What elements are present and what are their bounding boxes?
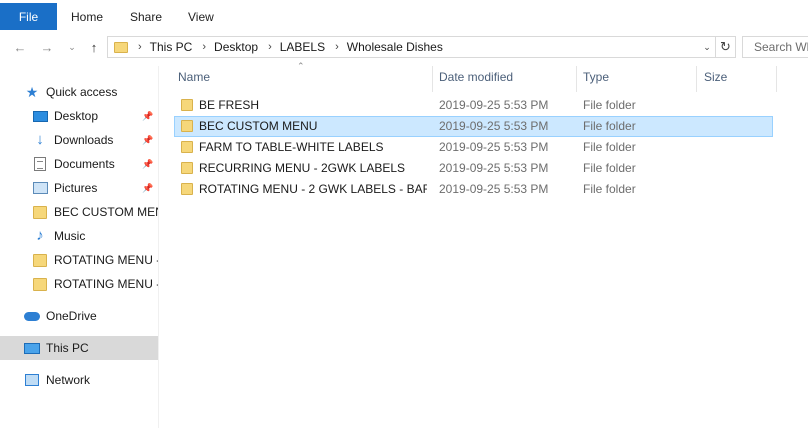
column-divider[interactable] bbox=[576, 66, 577, 92]
file-name: ROTATING MENU - 2 GWK LABELS - BAR... bbox=[199, 182, 427, 196]
tab-share[interactable]: Share bbox=[130, 3, 162, 30]
folder-icon bbox=[32, 253, 48, 267]
sidebar-item-label: BEC CUSTOM MENU bbox=[54, 205, 158, 219]
file-date-modified: 2019-09-25 5:53 PM bbox=[439, 182, 549, 196]
column-header-type[interactable]: Type bbox=[583, 66, 609, 88]
back-arrow-icon[interactable]: ← bbox=[10, 37, 30, 57]
column-header-name[interactable]: Name bbox=[178, 66, 210, 88]
file-type: File folder bbox=[583, 119, 636, 133]
sidebar-item-label: Desktop bbox=[54, 109, 99, 123]
documents-icon bbox=[32, 157, 48, 171]
chevron-right-icon[interactable]: › bbox=[335, 41, 339, 53]
file-name: RECURRING MENU - 2GWK LABELS bbox=[199, 161, 406, 175]
breadcrumb-labels[interactable]: LABELS bbox=[280, 40, 325, 54]
file-date-modified: 2019-09-25 5:53 PM bbox=[439, 119, 549, 133]
file-type: File folder bbox=[583, 161, 636, 175]
sidebar-item-label: ROTATING MENU - 2 bbox=[54, 253, 158, 267]
sidebar-item-label: Downloads bbox=[54, 133, 114, 147]
sidebar-item-documents[interactable]: Documents 📌 bbox=[0, 152, 158, 176]
folder-icon bbox=[181, 183, 193, 195]
file-row[interactable]: BEC CUSTOM MENU 2019-09-25 5:53 PM File … bbox=[174, 116, 773, 137]
address-dropdown-icon[interactable]: ⌄ bbox=[699, 37, 715, 57]
file-date-modified: 2019-09-25 5:53 PM bbox=[439, 161, 549, 175]
desktop-icon bbox=[32, 109, 48, 123]
sort-ascending-icon: ⌃ bbox=[297, 61, 305, 71]
column-divider[interactable] bbox=[432, 66, 433, 92]
column-header-date-modified[interactable]: Date modified bbox=[439, 66, 513, 88]
sidebar-item-label: Documents bbox=[54, 157, 115, 171]
forward-arrow-icon[interactable]: → bbox=[37, 37, 57, 57]
folder-icon bbox=[32, 277, 48, 291]
file-type: File folder bbox=[583, 182, 636, 196]
star-icon: ★ bbox=[25, 84, 39, 100]
address-bar[interactable]: › This PC › Desktop › LABELS › Wholesale… bbox=[107, 36, 736, 58]
sidebar-item-onedrive[interactable]: OneDrive bbox=[0, 304, 158, 328]
file-type: File folder bbox=[583, 98, 636, 112]
breadcrumb-desktop[interactable]: Desktop bbox=[214, 40, 258, 54]
file-name: BEC CUSTOM MENU bbox=[199, 119, 318, 133]
sidebar-item-rotating-menu-1[interactable]: ROTATING MENU - 2 bbox=[0, 248, 158, 272]
sidebar-item-label: Music bbox=[54, 229, 86, 243]
sidebar-item-this-pc[interactable]: This PC bbox=[0, 336, 158, 360]
pin-icon: 📌 bbox=[142, 110, 154, 121]
file-row[interactable]: BE FRESH 2019-09-25 5:53 PM File folder bbox=[174, 95, 773, 116]
pin-icon: 📌 bbox=[142, 158, 154, 169]
file-row[interactable]: FARM TO TABLE-WHITE LABELS 2019-09-25 5:… bbox=[174, 137, 773, 158]
sidebar-item-label: ROTATING MENU - 2 bbox=[54, 277, 158, 291]
music-icon: ♪ bbox=[36, 227, 44, 244]
folder-icon bbox=[181, 141, 193, 153]
tab-view[interactable]: View bbox=[188, 3, 214, 30]
folder-icon bbox=[32, 205, 48, 219]
sidebar-item-bec-custom-menu[interactable]: BEC CUSTOM MENU bbox=[0, 200, 158, 224]
sidebar-item-music[interactable]: ♪ Music bbox=[0, 224, 158, 248]
file-name: BE FRESH bbox=[199, 98, 260, 112]
tab-home[interactable]: Home bbox=[71, 3, 103, 30]
file-type: File folder bbox=[583, 140, 636, 154]
up-arrow-icon[interactable]: ↑ bbox=[84, 37, 104, 57]
column-divider[interactable] bbox=[776, 66, 777, 92]
file-name: FARM TO TABLE-WHITE LABELS bbox=[199, 140, 384, 154]
folder-icon bbox=[181, 120, 193, 132]
computer-icon bbox=[24, 341, 40, 355]
sidebar-item-label: Quick access bbox=[46, 85, 118, 99]
pictures-icon bbox=[32, 181, 48, 195]
sidebar-item-rotating-menu-2[interactable]: ROTATING MENU - 2 bbox=[0, 272, 158, 296]
folder-icon bbox=[181, 99, 193, 111]
cloud-icon bbox=[24, 309, 40, 323]
file-list: ⌃ Name Date modified Type Size BE FRESH … bbox=[159, 61, 808, 428]
network-icon bbox=[24, 373, 40, 387]
tab-file[interactable]: File bbox=[0, 3, 57, 30]
refresh-icon[interactable]: ↻ bbox=[715, 37, 735, 57]
sidebar-item-pictures[interactable]: Pictures 📌 bbox=[0, 176, 158, 200]
file-row[interactable]: ROTATING MENU - 2 GWK LABELS - BAR... 20… bbox=[174, 179, 773, 200]
file-date-modified: 2019-09-25 5:53 PM bbox=[439, 140, 549, 154]
ribbon: File Home Share View bbox=[0, 0, 808, 33]
column-header-size[interactable]: Size bbox=[704, 66, 727, 88]
sidebar-item-downloads[interactable]: ↓ Downloads 📌 bbox=[0, 128, 158, 152]
file-date-modified: 2019-09-25 5:53 PM bbox=[439, 98, 549, 112]
sidebar-item-network[interactable]: Network bbox=[0, 368, 158, 392]
navigation-bar: ← → ⌄ ↑ › This PC › Desktop › LABELS › W… bbox=[0, 33, 808, 61]
sidebar-item-quick-access[interactable]: ★ Quick access bbox=[0, 80, 158, 104]
recent-locations-chevron-icon[interactable]: ⌄ bbox=[62, 37, 82, 57]
pin-icon: 📌 bbox=[142, 182, 154, 193]
file-row[interactable]: RECURRING MENU - 2GWK LABELS 2019-09-25 … bbox=[174, 158, 773, 179]
search-input[interactable]: Search Wh bbox=[742, 36, 808, 58]
sidebar-item-desktop[interactable]: Desktop 📌 bbox=[0, 104, 158, 128]
chevron-right-icon[interactable]: › bbox=[138, 41, 142, 53]
sidebar-item-label: OneDrive bbox=[46, 309, 97, 323]
navigation-pane: ★ Quick access Desktop 📌 ↓ Downloads 📌 D… bbox=[0, 66, 158, 428]
sidebar-item-label: Pictures bbox=[54, 181, 98, 195]
folder-icon bbox=[181, 162, 193, 174]
breadcrumb-wholesale-dishes[interactable]: Wholesale Dishes bbox=[347, 40, 443, 54]
column-divider[interactable] bbox=[696, 66, 697, 92]
pin-icon: 📌 bbox=[142, 134, 154, 145]
breadcrumb-this-pc[interactable]: This PC bbox=[150, 40, 193, 54]
chevron-right-icon[interactable]: › bbox=[202, 41, 206, 53]
sidebar-item-label: This PC bbox=[46, 341, 89, 355]
download-icon: ↓ bbox=[36, 131, 44, 148]
address-folder-icon bbox=[114, 41, 128, 53]
chevron-right-icon[interactable]: › bbox=[268, 41, 272, 53]
sidebar-item-label: Network bbox=[46, 373, 91, 387]
